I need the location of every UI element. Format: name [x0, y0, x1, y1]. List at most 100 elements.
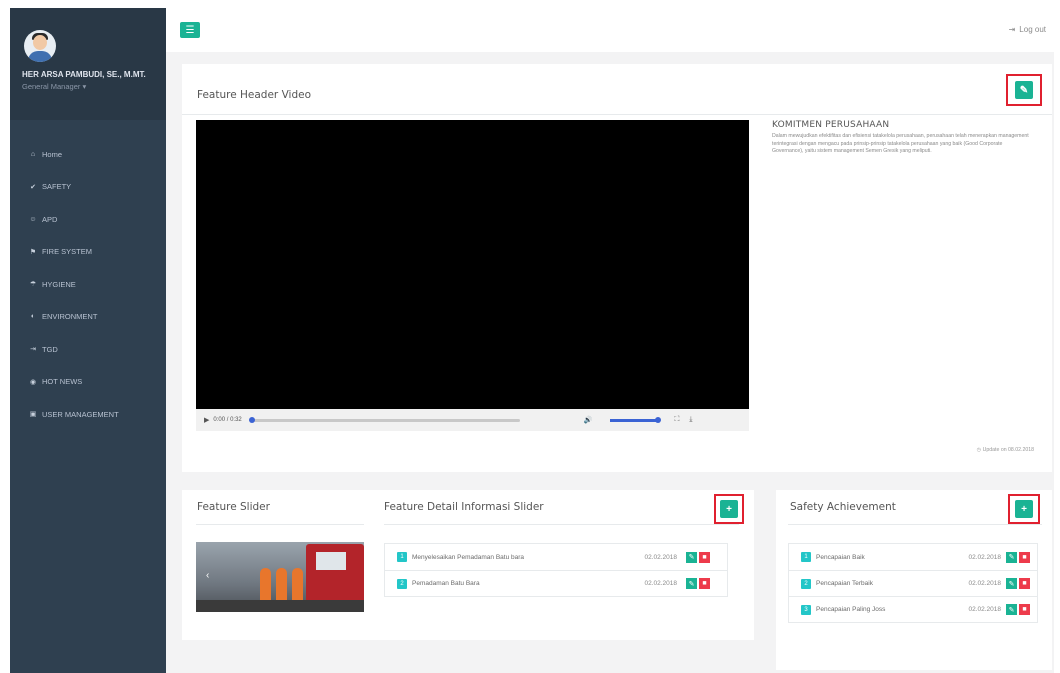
- edit-button[interactable]: ✎: [1006, 578, 1017, 589]
- plus-icon: +: [1021, 503, 1027, 515]
- user-icon: ☺: [29, 215, 37, 223]
- divider: [788, 524, 1042, 525]
- sidebar-item-hot-news[interactable]: ◉ HOT NEWS: [10, 366, 166, 399]
- item-date: 02.02.2018: [644, 580, 677, 587]
- sidebar-item-fire-system[interactable]: ⚑ FIRE SYSTEM: [10, 236, 166, 269]
- sidebar-item-label: ENVIRONMENT: [42, 312, 98, 322]
- edit-button[interactable]: ✎: [686, 551, 697, 563]
- logout-link[interactable]: ⇥ Log out: [1009, 25, 1046, 34]
- list-item: 2 Pemadaman Batu Bara 02.02.2018 ✎ ■: [385, 570, 727, 596]
- slider-title: Feature Slider: [197, 501, 270, 513]
- company-commitment: KOMITMEN PERUSAHAAN Dalam mewujudkan efe…: [772, 120, 1034, 156]
- item-label: Pencapaian Baik: [816, 553, 865, 561]
- number-badge: 1: [801, 552, 811, 562]
- menu-toggle-button[interactable]: ☰: [180, 22, 200, 38]
- logout-label: Log out: [1019, 25, 1046, 34]
- trash-icon: ■: [702, 553, 707, 561]
- edit-button[interactable]: ✎: [686, 578, 697, 589]
- pencil-icon: ✎: [688, 554, 695, 561]
- slider-detail-title: Feature Detail Informasi Slider: [384, 501, 544, 513]
- add-slider-button-highlight: +: [714, 494, 744, 524]
- sign-out-icon: ⇥: [1008, 25, 1016, 34]
- item-label: Pencapaian Paling Joss: [816, 606, 886, 613]
- item-date: 02.02.2018: [968, 580, 1001, 587]
- globe-icon: ◐: [30, 313, 36, 321]
- play-icon[interactable]: ▶: [204, 416, 209, 424]
- list-item: 1 Menyelesaikan Pemadaman Batu bara 02.0…: [385, 544, 727, 570]
- sidebar-item-safety[interactable]: ✔ SAFETY: [10, 171, 166, 204]
- fullscreen-icon[interactable]: ⛶: [674, 416, 679, 424]
- safety-achievement-list: 1 Pencapaian Baik 02.02.2018 ✎ ■ 2 Penca…: [788, 543, 1038, 623]
- user-role-dropdown[interactable]: General Manager ▾: [22, 82, 156, 91]
- sidebar-item-label: FIRE SYSTEM: [42, 247, 93, 257]
- item-date: 02.02.2018: [968, 606, 1001, 613]
- slider-image[interactable]: ‹: [196, 542, 364, 612]
- sidebar-item-label: SAFETY: [42, 182, 72, 192]
- sidebar-item-hygiene[interactable]: ☂ HYGIENE: [10, 268, 166, 301]
- sidebar-item-label: APD: [42, 214, 58, 224]
- pencil-icon: ✎: [1008, 606, 1015, 614]
- progress-knob[interactable]: [248, 416, 255, 423]
- panel-title: Feature Header Video: [197, 89, 312, 101]
- fire-extinguisher-icon: ⚑: [29, 248, 37, 256]
- pencil-icon: ✎: [1008, 580, 1015, 588]
- delete-button[interactable]: ■: [1019, 578, 1030, 589]
- thumbs-up-icon: ✔: [30, 183, 36, 191]
- updated-text: Update on 08.02.2018: [982, 447, 1034, 453]
- add-slider-button[interactable]: +: [720, 500, 738, 518]
- user-name: HER ARSA PAMBUDI, SE., M.MT.: [22, 70, 146, 79]
- number-badge: 1: [397, 552, 407, 562]
- globe-news-icon: ◉: [29, 378, 37, 386]
- item-date: 02.02.2018: [968, 553, 1001, 561]
- hamburger-icon: ☰: [185, 24, 195, 36]
- volume-slider[interactable]: [610, 416, 662, 423]
- item-date: 02.02.2018: [644, 553, 677, 561]
- commitment-text: Dalam mewujudkan efektifitas dan efisien…: [772, 133, 1029, 155]
- feature-header-video-panel: Feature Header Video ✎ ▶ 0:00 / 0:32 🔊 ⛶…: [182, 64, 1052, 472]
- panel-title: Safety Achievement: [790, 501, 896, 513]
- add-achievement-button[interactable]: +: [1015, 500, 1033, 518]
- sidebar-item-label: HOT NEWS: [42, 377, 83, 387]
- divider: [384, 524, 739, 525]
- trash-icon: ■: [1022, 580, 1027, 587]
- home-icon: ⌂: [30, 150, 36, 158]
- download-icon[interactable]: ⤓: [689, 416, 692, 424]
- video-progress-bar[interactable]: [248, 416, 520, 423]
- volume-icon[interactable]: 🔊: [584, 416, 593, 424]
- divider: [196, 524, 364, 525]
- clock-icon: ◷: [976, 447, 982, 453]
- trash-icon: ■: [1022, 606, 1027, 613]
- sidebar-item-apd[interactable]: ☺ APD: [10, 203, 166, 236]
- sidebar-item-user-management[interactable]: ▣ USER MANAGEMENT: [10, 398, 166, 431]
- delete-button[interactable]: ■: [1019, 604, 1030, 615]
- edit-button[interactable]: ✎: [1006, 604, 1017, 615]
- volume-knob[interactable]: [655, 416, 662, 423]
- divider: [182, 114, 1052, 115]
- edit-video-button[interactable]: ✎: [1015, 81, 1033, 99]
- number-badge: 2: [397, 578, 407, 589]
- chevron-left-icon[interactable]: ‹: [206, 570, 209, 581]
- sidebar-item-environment[interactable]: ◐ ENVIRONMENT: [10, 301, 166, 334]
- number-badge: 2: [801, 578, 811, 589]
- number-badge: 3: [801, 604, 811, 615]
- edit-button[interactable]: ✎: [1006, 551, 1017, 563]
- delete-button[interactable]: ■: [699, 551, 710, 563]
- safety-achievement-panel: Safety Achievement + 1 Pencapaian Baik 0…: [776, 490, 1052, 670]
- pencil-icon: ✎: [1019, 84, 1029, 96]
- video-player[interactable]: [196, 120, 749, 409]
- sidebar-item-tgd[interactable]: ⇥ TGD: [10, 333, 166, 366]
- pencil-icon: ✎: [688, 580, 695, 588]
- sidebar: HER ARSA PAMBUDI, SE., M.MT. General Man…: [10, 8, 166, 673]
- sidebar-item-label: TGD: [42, 344, 58, 354]
- avatar[interactable]: [24, 30, 56, 62]
- top-navbar: ☰ ⇥ Log out: [166, 8, 1054, 52]
- profile-panel: HER ARSA PAMBUDI, SE., M.MT. General Man…: [10, 8, 166, 120]
- delete-button[interactable]: ■: [699, 578, 710, 589]
- main-content: Feature Header Video ✎ ▶ 0:00 / 0:32 🔊 ⛶…: [166, 52, 1054, 673]
- video-controls: ▶ 0:00 / 0:32 🔊 ⛶ ⤓: [196, 409, 749, 431]
- list-item: 2 Pencapaian Terbaik 02.02.2018 ✎ ■: [789, 570, 1037, 596]
- sidebar-item-home[interactable]: ⌂ Home: [10, 138, 166, 171]
- item-label: Pemadaman Batu Bara: [412, 580, 480, 587]
- delete-button[interactable]: ■: [1019, 551, 1030, 563]
- list-item: 3 Pencapaian Paling Joss 02.02.2018 ✎ ■: [789, 596, 1037, 622]
